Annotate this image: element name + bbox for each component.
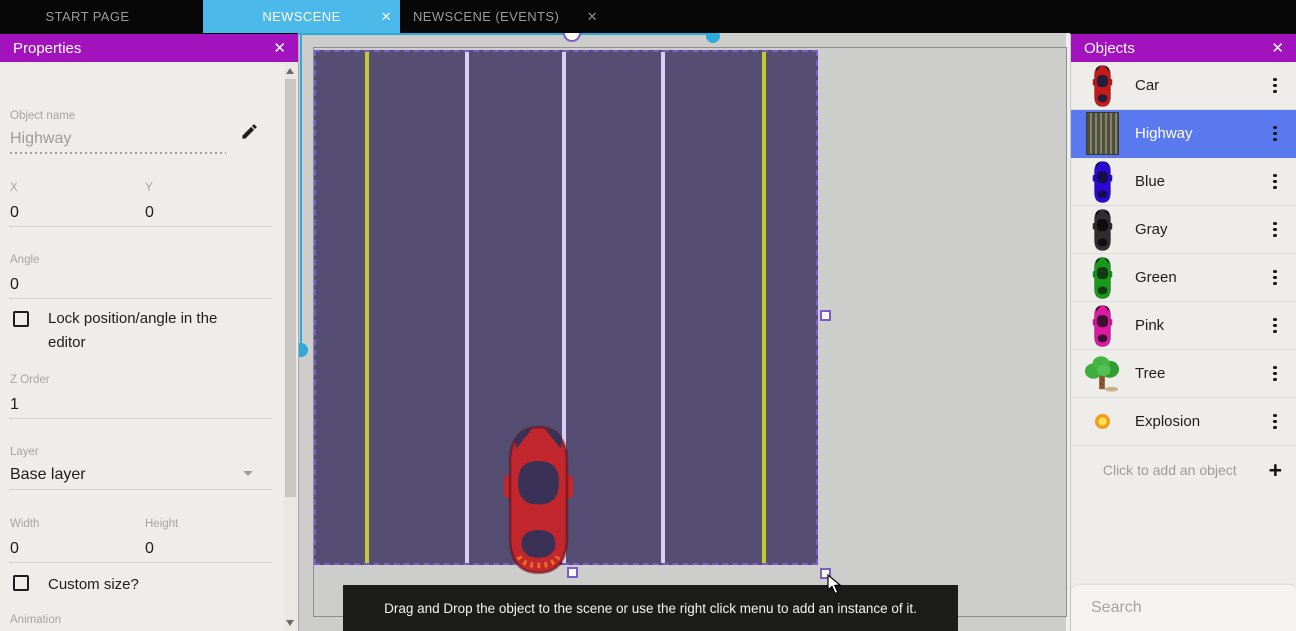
add-object-label: Click to add an object <box>1071 462 1269 478</box>
object-item-label: Tree <box>1135 365 1264 382</box>
object-item-label: Car <box>1135 77 1264 94</box>
tree-icon <box>1083 352 1121 396</box>
tab-label: NEWSCENE <box>262 9 340 24</box>
tab-newscene-events[interactable]: NEWSCENE (EVENTS) ✕ <box>400 0 600 33</box>
properties-panel: Properties ✕ Object name Highway X 0 Y 0… <box>0 34 298 631</box>
layer-label: Layer <box>10 446 39 458</box>
object-menu-icon[interactable] <box>1264 126 1286 141</box>
scrollbar-thumb[interactable] <box>285 79 296 497</box>
object-menu-icon[interactable] <box>1264 318 1286 333</box>
field-underline <box>9 562 272 563</box>
y-field[interactable]: 0 <box>145 204 154 222</box>
field-underline <box>9 418 272 419</box>
custom-size-label: Custom size? <box>48 573 258 597</box>
rotate-handle[interactable] <box>563 33 581 42</box>
tab-newscene[interactable]: NEWSCENE ✕ <box>203 0 400 33</box>
height-field[interactable]: 0 <box>145 540 154 558</box>
object-name-label: Object name <box>10 110 75 122</box>
angle-field[interactable]: 0 <box>10 276 19 294</box>
properties-panel-header: Properties ✕ <box>0 34 298 62</box>
lock-position-checkbox[interactable] <box>13 311 29 327</box>
properties-form: Object name Highway X 0 Y 0 Angle 0 Lock… <box>0 62 298 631</box>
field-underline <box>9 489 272 490</box>
scene-canvas[interactable]: Drag and Drop the object to the scene or… <box>298 33 1070 631</box>
edit-pencil-icon[interactable] <box>240 122 259 141</box>
plus-icon: + <box>1269 460 1282 480</box>
objects-panel: Objects ✕ Car Highway Blue Gr <box>1070 34 1296 631</box>
z-order-label: Z Order <box>10 374 50 386</box>
pink-car-icon <box>1083 304 1121 348</box>
explosion-icon <box>1083 400 1121 444</box>
car-instance[interactable] <box>503 423 574 577</box>
gray-car-icon <box>1083 208 1121 252</box>
z-order-field[interactable]: 1 <box>10 396 19 414</box>
close-icon[interactable]: ✕ <box>1271 39 1284 57</box>
object-item-gray[interactable]: Gray <box>1071 206 1296 254</box>
mouse-cursor <box>827 574 843 596</box>
object-menu-icon[interactable] <box>1264 414 1286 429</box>
x-field[interactable]: 0 <box>10 204 19 222</box>
close-icon[interactable]: ✕ <box>587 9 598 25</box>
blue-car-icon <box>1083 160 1121 204</box>
object-item-label: Gray <box>1135 221 1264 238</box>
animation-label: Animation <box>10 614 61 626</box>
search-input[interactable] <box>1091 599 1296 617</box>
tab-start-page[interactable]: START PAGE <box>0 0 175 33</box>
object-name-underline <box>10 152 226 154</box>
object-item-label: Explosion <box>1135 413 1264 430</box>
field-underline <box>9 298 272 299</box>
properties-scrollbar[interactable] <box>284 63 297 631</box>
object-menu-icon[interactable] <box>1264 78 1286 93</box>
object-item-pink[interactable]: Pink <box>1071 302 1296 350</box>
height-label: Height <box>145 518 178 530</box>
objects-panel-header: Objects ✕ <box>1071 34 1296 62</box>
object-item-green[interactable]: Green <box>1071 254 1296 302</box>
object-item-label: Pink <box>1135 317 1264 334</box>
lock-position-label: Lock position/angle in the editor <box>48 307 258 355</box>
close-icon[interactable]: ✕ <box>273 39 286 57</box>
tab-label: START PAGE <box>46 9 130 24</box>
tab-bar: START PAGE NEWSCENE ✕ NEWSCENE (EVENTS) … <box>0 0 1296 33</box>
object-name-value[interactable]: Highway <box>10 130 71 148</box>
drag-drop-tooltip: Drag and Drop the object to the scene or… <box>343 585 958 631</box>
resize-handle-right[interactable] <box>820 310 831 321</box>
object-menu-icon[interactable] <box>1264 366 1286 381</box>
object-item-explosion[interactable]: Explosion <box>1071 398 1296 446</box>
window-left-guide <box>300 33 302 350</box>
custom-size-checkbox[interactable] <box>13 575 29 591</box>
object-menu-icon[interactable] <box>1264 270 1286 285</box>
angle-label: Angle <box>10 254 39 266</box>
scroll-up-icon[interactable] <box>286 68 294 74</box>
object-item-car[interactable]: Car <box>1071 62 1296 110</box>
object-item-highway[interactable]: Highway <box>1071 110 1296 158</box>
window-resize-handle[interactable] <box>706 33 720 43</box>
object-item-blue[interactable]: Blue <box>1071 158 1296 206</box>
width-field[interactable]: 0 <box>10 540 19 558</box>
red-car-icon <box>1083 64 1121 108</box>
object-menu-icon[interactable] <box>1264 174 1286 189</box>
tab-label: NEWSCENE (EVENTS) <box>413 9 559 24</box>
green-car-icon <box>1083 256 1121 300</box>
object-item-tree[interactable]: Tree <box>1071 350 1296 398</box>
object-menu-icon[interactable] <box>1264 222 1286 237</box>
highway-icon <box>1083 112 1121 156</box>
object-item-label: Green <box>1135 269 1264 286</box>
close-icon[interactable]: ✕ <box>381 9 392 25</box>
panel-title: Properties <box>13 40 81 57</box>
width-label: Width <box>10 518 39 530</box>
window-resize-handle[interactable] <box>298 343 308 357</box>
add-object-button[interactable]: Click to add an object + <box>1071 446 1296 494</box>
object-item-label: Highway <box>1135 125 1264 142</box>
panel-title: Objects <box>1084 40 1135 57</box>
scroll-down-icon[interactable] <box>286 620 294 626</box>
layer-select[interactable]: Base layer <box>10 466 86 484</box>
object-item-label: Blue <box>1135 173 1264 190</box>
x-label: X <box>10 182 18 194</box>
window-top-guide <box>299 33 713 35</box>
scene-editor-window: START PAGE NEWSCENE ✕ NEWSCENE (EVENTS) … <box>0 0 1296 631</box>
search-bar <box>1071 585 1296 631</box>
y-label: Y <box>145 182 153 194</box>
field-underline <box>9 226 272 227</box>
chevron-down-icon[interactable] <box>243 471 253 476</box>
